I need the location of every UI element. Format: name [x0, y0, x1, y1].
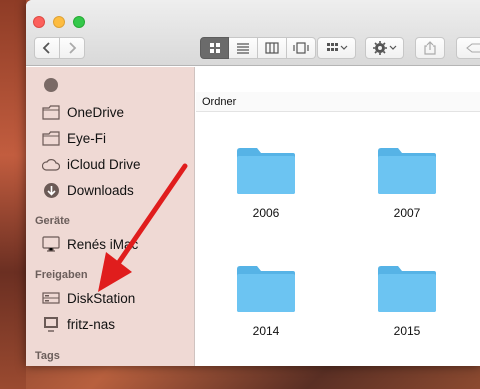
arrange-button[interactable]: [317, 37, 356, 59]
view-mode-control: [200, 37, 316, 59]
finder-window: OneDrive Eye-Fi iCloud Drive Downloads G…: [26, 0, 480, 366]
share-icon: [424, 41, 436, 55]
download-icon: [42, 76, 60, 94]
sidebar-item-downloads[interactable]: Downloads: [42, 180, 134, 200]
sidebar-item-label: OneDrive: [67, 104, 125, 120]
sidebar-item-label: Renés iMac: [67, 236, 139, 252]
close-button[interactable]: [33, 16, 45, 28]
folder-item[interactable]: 2006: [216, 145, 316, 220]
section-header-tags: Tags: [35, 350, 60, 362]
list-view-button[interactable]: [229, 37, 258, 59]
arrange-icon: [326, 43, 347, 51]
sidebar-item-partial[interactable]: [42, 75, 67, 95]
sidebar-item-onedrive[interactable]: OneDrive: [42, 102, 124, 122]
forward-button[interactable]: [59, 37, 85, 59]
chevron-left-icon: [42, 42, 50, 54]
folder-icon: [237, 148, 295, 194]
desktop-background: [0, 0, 26, 389]
tag-button[interactable]: [456, 37, 480, 59]
sidebar-item-eye-fi[interactable]: Eye-Fi: [42, 128, 106, 148]
section-header-devices: Geräte: [35, 215, 70, 227]
folder-icon: [42, 129, 60, 147]
folder-name: 2007: [393, 206, 421, 220]
chevron-right-icon: [69, 42, 77, 54]
folder-name: 2014: [252, 324, 280, 338]
folder-icon: [237, 266, 295, 312]
cover-flow-button[interactable]: [287, 37, 316, 59]
folder-icon: [42, 103, 60, 121]
sidebar-item-diskstation[interactable]: DiskStation: [42, 288, 135, 308]
server-icon: [42, 289, 60, 307]
toolbar: [26, 0, 480, 66]
folder-name: 2006: [252, 206, 280, 220]
content-group-header: Ordner: [196, 92, 480, 112]
icon-view-button[interactable]: [200, 37, 229, 59]
folder-icon: [378, 266, 436, 312]
action-button[interactable]: [365, 37, 404, 59]
columns-icon: [265, 42, 279, 54]
download-icon: [42, 181, 60, 199]
tag-icon: [466, 43, 480, 53]
sidebar-item-label: Downloads: [67, 182, 134, 198]
sidebar-item-label: Eye-Fi: [67, 130, 107, 146]
sidebar: OneDrive Eye-Fi iCloud Drive Downloads G…: [26, 67, 195, 366]
grid-icon: [209, 43, 220, 53]
sidebar-item-label: iCloud Drive: [67, 156, 141, 172]
cover-flow-icon: [293, 42, 309, 54]
column-view-button[interactable]: [258, 37, 287, 59]
folder-item[interactable]: 2007: [357, 145, 457, 220]
cloud-icon: [42, 155, 60, 173]
imac-icon: [42, 235, 60, 253]
back-button[interactable]: [34, 37, 60, 59]
sidebar-item-label: fritz-nas: [67, 316, 116, 332]
sidebar-item-label: DiskStation: [67, 290, 136, 306]
folder-item[interactable]: 2014: [216, 263, 316, 338]
section-header-shared: Freigaben: [35, 269, 88, 281]
folder-item[interactable]: 2015: [357, 263, 457, 338]
gear-icon: [372, 41, 396, 55]
monitor-icon: [42, 315, 60, 333]
sidebar-item-imac[interactable]: Renés iMac: [42, 234, 138, 254]
folder-icon: [378, 148, 436, 194]
folder-name: 2015: [393, 324, 421, 338]
share-button[interactable]: [415, 37, 445, 59]
minimize-button[interactable]: [53, 16, 65, 28]
list-icon: [237, 43, 249, 54]
sidebar-item-fritz-nas[interactable]: fritz-nas: [42, 314, 115, 334]
zoom-button[interactable]: [73, 16, 85, 28]
sidebar-item-icloud-drive[interactable]: iCloud Drive: [42, 154, 141, 174]
